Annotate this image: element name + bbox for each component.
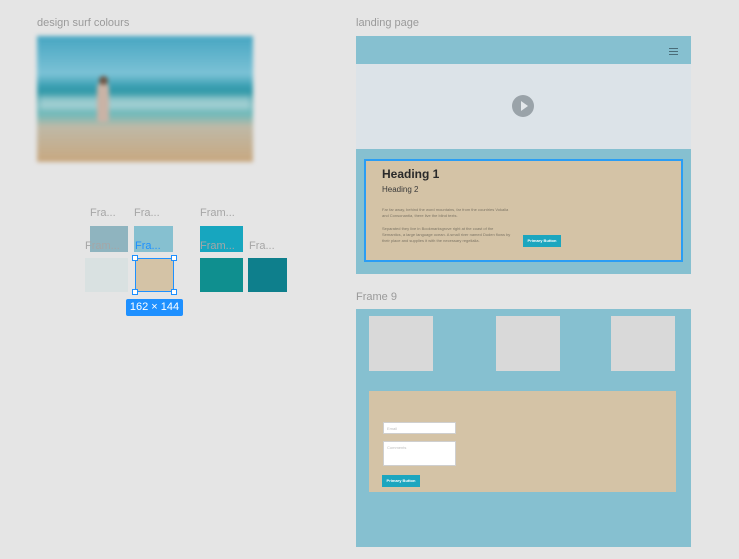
paragraph-2: Separated they live in Bookmarksgrove ri… — [382, 226, 511, 243]
resize-handle-top-left[interactable] — [132, 255, 138, 261]
swatch-label[interactable]: Fra... — [90, 207, 116, 219]
surfer-head — [99, 76, 108, 85]
contact-form[interactable]: Email Comments Primary Button — [369, 391, 676, 492]
heading-1: Heading 1 — [382, 167, 440, 181]
frame-label-design-surf-colours[interactable]: design surf colours — [37, 17, 129, 29]
swatch-label[interactable]: Fra... — [134, 207, 160, 219]
frame-label-landing-page[interactable]: landing page — [356, 17, 419, 29]
content-section[interactable]: Heading 1 Heading 2 Far far away, behind… — [364, 159, 683, 262]
primary-button[interactable]: Primary Button — [382, 475, 420, 487]
swatch-label-selected[interactable]: Fra... — [135, 240, 161, 252]
wave-foam — [37, 96, 253, 110]
comments-field[interactable]: Comments — [383, 441, 456, 466]
resize-handle-top-right[interactable] — [171, 255, 177, 261]
swatch-label[interactable]: Fram... — [200, 240, 235, 252]
swatch-label[interactable]: Fram... — [200, 207, 235, 219]
color-swatch[interactable] — [85, 258, 128, 292]
resize-handle-bottom-right[interactable] — [171, 289, 177, 295]
primary-button[interactable]: Primary Button — [523, 235, 561, 247]
swatch-label[interactable]: Fra... — [249, 240, 275, 252]
video-hero[interactable] — [356, 64, 691, 149]
color-swatch[interactable] — [248, 258, 287, 292]
email-field[interactable]: Email — [383, 422, 456, 434]
color-swatch[interactable] — [200, 258, 243, 292]
beach-photo[interactable] — [37, 36, 253, 162]
frame-9[interactable]: Email Comments Primary Button — [356, 309, 691, 547]
image-placeholder-card[interactable] — [496, 316, 560, 371]
heading-2: Heading 2 — [382, 185, 419, 194]
swatch-label[interactable]: Fram... — [85, 240, 120, 252]
play-icon[interactable] — [512, 95, 534, 117]
landing-page-frame[interactable]: Heading 1 Heading 2 Far far away, behind… — [356, 36, 691, 274]
image-placeholder-card[interactable] — [611, 316, 675, 371]
paragraph-1: Far far away, behind the word mountains,… — [382, 207, 509, 218]
resize-handle-bottom-left[interactable] — [132, 289, 138, 295]
selection-outline — [135, 258, 174, 292]
dimensions-badge: 162 × 144 — [126, 299, 183, 316]
frame-label-frame-9[interactable]: Frame 9 — [356, 291, 397, 303]
surfer-figure — [97, 82, 109, 122]
image-placeholder-card[interactable] — [369, 316, 433, 371]
hamburger-menu-icon[interactable] — [669, 48, 678, 57]
